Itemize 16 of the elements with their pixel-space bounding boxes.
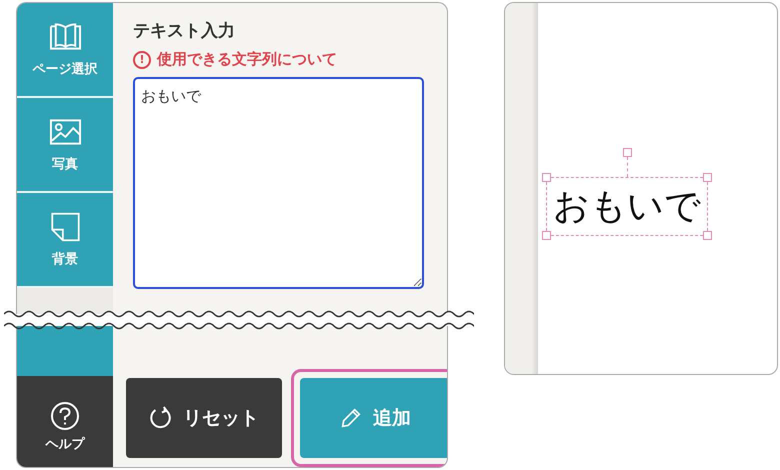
image-icon (48, 116, 82, 146)
sidebar-tab[interactable]: ページ選択 (17, 3, 113, 98)
help-button[interactable]: ヘルプ (17, 376, 113, 467)
book-icon (48, 22, 82, 52)
sidebar-tab[interactable]: 写真 (17, 98, 113, 193)
refresh-icon (149, 406, 173, 430)
help-icon (50, 400, 80, 430)
add-button[interactable]: 追加 (300, 378, 447, 458)
note-icon (48, 212, 82, 242)
text-input-field[interactable]: おもいで (133, 77, 424, 289)
warning-icon: ! (133, 50, 151, 68)
notice-link[interactable]: 使用できる文字列について (157, 50, 337, 69)
sidebar-tab[interactable]: 背景 (17, 193, 113, 288)
pencil-icon (339, 406, 363, 430)
reset-button[interactable]: リセット (126, 378, 282, 458)
panel-title: テキスト入力 (133, 20, 236, 42)
